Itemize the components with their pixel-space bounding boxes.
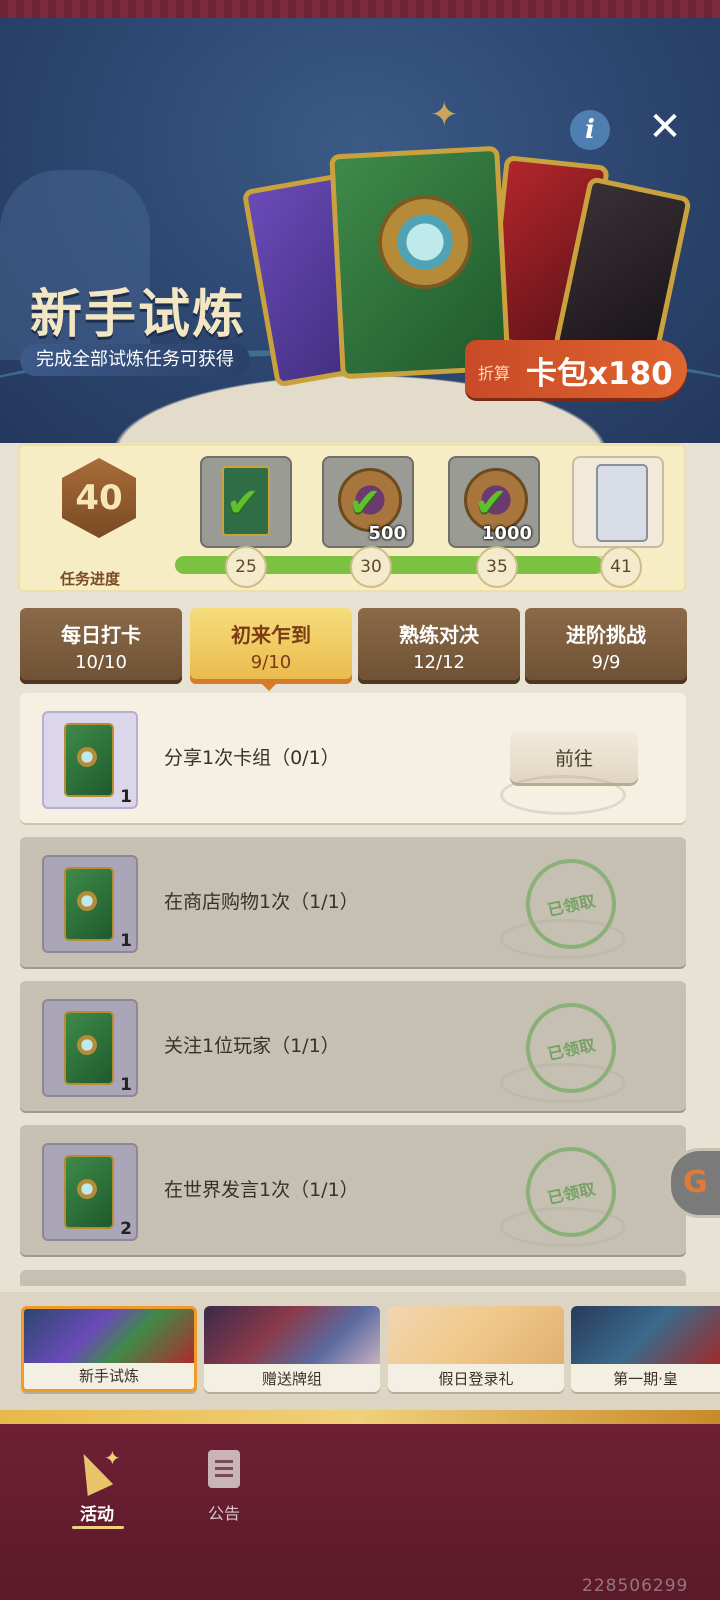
top-decor-strip [0,0,720,18]
floating-side-button[interactable]: G [668,1148,720,1218]
tab-advanced-challenge[interactable]: 进阶挑战 9/9 [525,608,687,684]
task-card: 1 分享1次卡组（0/1） 前往 [20,693,686,823]
task-card: 1 在商店购物1次（1/1） 已领取 [20,837,686,967]
nav-active-indicator [72,1526,124,1529]
carousel-caption: 新手试炼 [24,1363,194,1389]
swirl-decoration [500,1207,626,1247]
tab-label: 熟练对决 [399,623,479,647]
task-text: 在世界发言1次（1/1） [164,1179,359,1201]
task-card: 1 关注1位玩家（1/1） 已领取 [20,981,686,1111]
task-reward-thumb[interactable]: 1 [42,711,138,809]
tab-count: 10/10 [75,652,127,673]
milestone-node: 30 [350,546,392,588]
document-icon[interactable] [208,1450,240,1488]
check-icon: ✔ [474,480,508,526]
card-pack-icon [64,723,114,797]
close-icon[interactable]: ✕ [642,104,688,150]
reward-prefix: 折算 [478,364,511,383]
task-card: 2 在世界发言1次（1/1） 已领取 [20,1125,686,1255]
carousel-item-newcomer[interactable]: 新手试炼 [21,1306,197,1392]
tab-count: 9/9 [591,652,621,673]
info-icon[interactable]: i [570,110,610,150]
milestone-reward-card[interactable]: ✔ [200,456,292,548]
carousel-thumbnail [388,1306,564,1364]
task-text: 分享1次卡组（0/1） [164,747,340,769]
active-tab-pointer [260,682,278,691]
tab-newcomer[interactable]: 初来乍到 9/10 [190,608,352,684]
carousel-item-season-one[interactable]: 第一期·皇 [571,1306,720,1392]
reward-amount: 卡包x180 [526,356,673,392]
swirl-decoration [500,919,626,959]
nav-item-notice[interactable]: 公告 [208,1500,240,1524]
reward-count: 1000 [481,523,532,544]
carousel-item-gift-deck[interactable]: 赠送牌组 [204,1306,380,1392]
check-icon: ✔ [348,480,382,526]
task-card-peek [20,1270,686,1286]
carousel-thumbnail [571,1306,720,1364]
tab-label: 初来乍到 [231,623,311,647]
tab-skilled-duel[interactable]: 熟练对决 12/12 [358,608,520,684]
milestone-reward-medal[interactable]: ✔ 500 [322,456,414,548]
milestone-node: 35 [476,546,518,588]
card-emblem-icon [378,195,472,289]
milestone-reward-card[interactable] [572,456,664,548]
card-pack-icon [64,1155,114,1229]
floating-icon: G [683,1165,708,1200]
carousel-thumbnail [204,1306,380,1364]
progress-label: 任务进度 [60,570,121,588]
carousel-caption: 赠送牌组 [204,1366,380,1392]
tab-label: 进阶挑战 [566,623,646,647]
card-pack-icon [64,1011,114,1085]
reward-qty: 2 [120,1219,132,1239]
task-reward-thumb[interactable]: 1 [42,855,138,953]
star-decoration-icon: ✦ [430,95,459,135]
banner-subtitle: 完成全部试炼任务可获得 [20,344,250,376]
swirl-decoration [500,775,626,815]
party-popper-icon[interactable]: ✦ [70,1446,122,1497]
swirl-decoration [500,1063,626,1103]
reward-count: 500 [368,523,406,544]
reward-qty: 1 [120,931,132,951]
gold-divider [0,1410,720,1424]
task-text: 在商店购物1次（1/1） [164,891,359,913]
carousel-caption: 假日登录礼 [388,1366,564,1392]
tab-label: 每日打卡 [61,623,141,647]
milestone-node: 41 [600,546,642,588]
reward-qty: 1 [120,787,132,807]
tab-daily-checkin[interactable]: 每日打卡 10/10 [20,608,182,684]
reward-qty: 1 [120,1075,132,1095]
carousel-caption: 第一期·皇 [571,1366,720,1392]
task-text: 关注1位玩家（1/1） [164,1035,340,1057]
card-icon [596,464,648,542]
check-icon: ✔ [226,480,260,526]
task-reward-thumb[interactable]: 2 [42,1143,138,1241]
milestone-node: 25 [225,546,267,588]
nav-item-activity[interactable]: 活动 [80,1500,114,1525]
tab-count: 9/10 [250,652,292,673]
carousel-item-holiday-login[interactable]: 假日登录礼 [388,1306,564,1392]
card-pack-icon [64,867,114,941]
uid-watermark: 228506299 [582,1576,689,1596]
task-reward-thumb[interactable]: 1 [42,999,138,1097]
tab-count: 12/12 [413,652,465,673]
milestone-reward-medal[interactable]: ✔ 1000 [448,456,540,548]
carousel-thumbnail [24,1309,194,1367]
page-title: 新手试炼 [30,285,247,345]
